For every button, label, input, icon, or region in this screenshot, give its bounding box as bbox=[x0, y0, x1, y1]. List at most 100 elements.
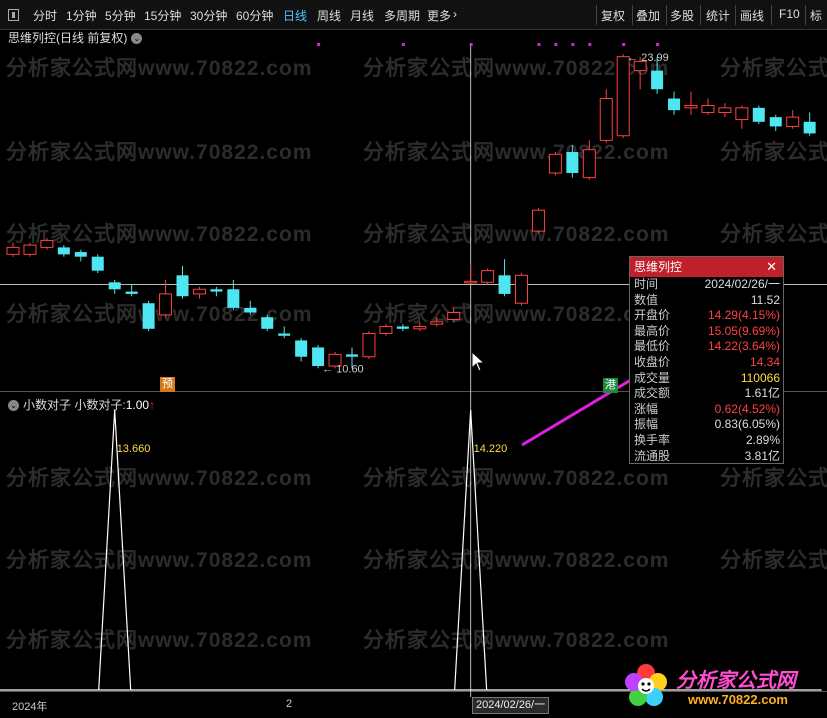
candle-body-up bbox=[548, 153, 562, 174]
popup-row-value: 110066 bbox=[740, 370, 780, 385]
tab-60min[interactable]: 60分钟 bbox=[236, 7, 273, 24]
popup-row: 数值 11.52 bbox=[630, 293, 783, 309]
chevron-down-icon[interactable]: ⌄ bbox=[8, 400, 19, 412]
popup-row-label: 数值 bbox=[634, 292, 659, 307]
candle-body-up bbox=[616, 56, 630, 137]
divider bbox=[632, 5, 633, 25]
popup-row-label: 最高价 bbox=[634, 323, 671, 338]
mark-button[interactable]: 标 bbox=[810, 7, 822, 24]
divider bbox=[596, 5, 597, 25]
chart-title-text: 思维列控(日线 前复权) bbox=[8, 31, 128, 45]
candle-body-up bbox=[362, 332, 376, 358]
low-price-label: ← 10.60 bbox=[322, 363, 364, 375]
candle-body-up bbox=[515, 274, 528, 304]
chevron-down-icon[interactable]: ⌄ bbox=[131, 33, 143, 45]
indicator-peak-label: 14.220 bbox=[474, 443, 508, 455]
popup-row-value: 14.22(3.64%) bbox=[707, 339, 780, 354]
candle-body-down bbox=[651, 70, 664, 90]
candle-body-down bbox=[752, 107, 765, 122]
draw-line-button[interactable]: 画线 bbox=[740, 7, 764, 24]
popup-row: 开盘价 14.29(4.15%) bbox=[630, 308, 783, 324]
popup-row: 成交量 110066 bbox=[630, 371, 783, 387]
popup-row: 最高价 15.05(9.69%) bbox=[630, 324, 783, 340]
tab-15min[interactable]: 15分钟 bbox=[144, 7, 181, 24]
logo-text: 分析家公式网 bbox=[676, 670, 796, 692]
candle-body-down bbox=[803, 121, 816, 134]
close-icon[interactable]: ✕ bbox=[766, 257, 777, 277]
popup-row-label: 时间 bbox=[634, 277, 659, 291]
indicator-label: 小数对子: bbox=[74, 398, 126, 412]
tab-weekly[interactable]: 周线 bbox=[317, 7, 341, 24]
candle-body-down bbox=[261, 317, 274, 329]
xaxis-year-label: 2024年 bbox=[12, 701, 48, 713]
multi-stock-button[interactable]: 多股 bbox=[670, 7, 694, 24]
overlay-button[interactable]: 叠加 bbox=[636, 7, 660, 24]
candle-body-down bbox=[278, 333, 291, 336]
indicator-name: 小数对子 bbox=[23, 398, 72, 412]
restore-rights-button[interactable]: 复权 bbox=[601, 7, 625, 24]
candle-body-up bbox=[735, 107, 749, 120]
tab-5min[interactable]: 5分钟 bbox=[105, 7, 136, 24]
tab-30min[interactable]: 30分钟 bbox=[190, 7, 227, 24]
candle-body-up bbox=[582, 149, 596, 179]
statistics-button[interactable]: 统计 bbox=[706, 7, 730, 24]
popup-row-label: 涨幅 bbox=[634, 401, 659, 416]
popup-rows: 时间 2024/02/26/一 数值 11.52 开盘价 14.29(4.15%) 最高价 1… bbox=[630, 277, 783, 464]
candle-body-up bbox=[464, 280, 478, 284]
high-price-label: ← 23.99 bbox=[627, 52, 669, 64]
quote-info-popup: 思维列控 ✕ 时间 2024/02/26/一 数值 11.52 开盘价 14.29(4.1… bbox=[629, 256, 784, 464]
forecast-badge[interactable]: 预 bbox=[160, 377, 175, 392]
popup-row: 时间 2024/02/26/一 bbox=[630, 277, 783, 293]
candle-body-down bbox=[108, 282, 121, 290]
popup-row-label: 最低价 bbox=[634, 339, 671, 354]
tab-daily[interactable]: 日线 bbox=[283, 7, 307, 24]
popup-row-value: 14.29(4.15%) bbox=[707, 308, 780, 323]
flower-logo-icon bbox=[625, 664, 667, 706]
signal-dot bbox=[571, 43, 575, 46]
chart-title: 思维列控(日线 前复权) ⌄ bbox=[8, 29, 143, 46]
signal-dot bbox=[588, 43, 592, 46]
candle-body-up bbox=[159, 293, 173, 316]
logo-url: www.70822.com bbox=[688, 692, 788, 707]
candle-body-down bbox=[57, 247, 70, 255]
candle-body-down bbox=[244, 307, 257, 313]
indicator-peak-label: 13.660 bbox=[117, 443, 151, 455]
tab-1min[interactable]: 1分钟 bbox=[66, 7, 97, 24]
tab-multi-period[interactable]: 多周期 bbox=[384, 7, 420, 24]
divider bbox=[666, 5, 667, 25]
candle-body-down bbox=[295, 340, 308, 357]
candle-body-down bbox=[176, 275, 189, 297]
divider bbox=[771, 5, 772, 25]
candle-body-down bbox=[227, 289, 240, 308]
candle-body-down bbox=[142, 303, 155, 329]
candle-body-down bbox=[396, 326, 409, 329]
f10-button[interactable]: F10 bbox=[779, 7, 800, 21]
tab-monthly[interactable]: 月线 bbox=[350, 7, 374, 24]
popup-row-value: 0.62(4.52%) bbox=[714, 401, 780, 416]
chevron-right-icon[interactable]: › bbox=[453, 7, 457, 21]
mouse-pointer-icon bbox=[471, 350, 486, 372]
candle-body-down bbox=[668, 98, 681, 111]
popup-row-label: 收盘价 bbox=[634, 354, 671, 369]
period-toolbar: 分时 1分钟 5分钟 15分钟 30分钟 60分钟 日线 周线 月线 多周期 更… bbox=[0, 0, 827, 30]
candle-body-down bbox=[346, 354, 358, 357]
popup-row-label: 成交量 bbox=[634, 370, 671, 385]
divider bbox=[700, 5, 701, 25]
signal-dot bbox=[469, 43, 473, 46]
popup-title: 思维列控 bbox=[634, 260, 683, 274]
popup-row-value: 11.52 bbox=[750, 292, 780, 307]
popup-row: 最低价 14.22(3.64%) bbox=[630, 339, 783, 355]
hk-connect-badge[interactable]: 港 bbox=[603, 378, 618, 393]
candle-body-up bbox=[447, 312, 461, 321]
window-icon[interactable] bbox=[8, 9, 19, 21]
popup-row-label: 开盘价 bbox=[634, 308, 671, 323]
tab-fenshi[interactable]: 分时 bbox=[33, 7, 57, 24]
tab-more[interactable]: 更多 bbox=[427, 7, 451, 24]
popup-row-value: 1.61亿 bbox=[744, 386, 780, 401]
signal-dot bbox=[401, 43, 405, 46]
signal-dot bbox=[554, 43, 558, 46]
signal-dot bbox=[537, 43, 541, 46]
popup-row: 振幅 0.83(6.05%) bbox=[630, 417, 783, 433]
candle-body-up bbox=[6, 246, 20, 255]
popup-row-value: 0.83(6.05%) bbox=[714, 417, 780, 432]
